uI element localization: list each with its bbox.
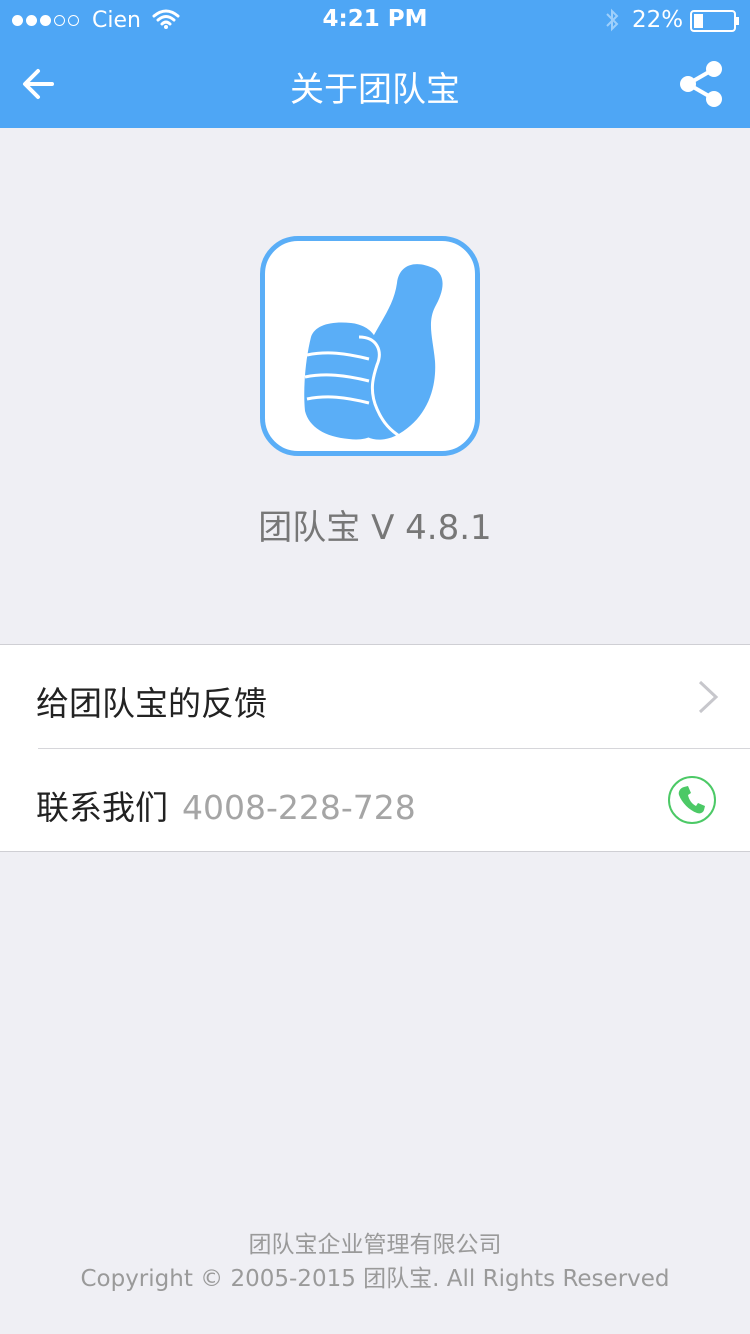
phone-call-icon[interactable] [666,774,718,826]
nav-bar: 关于团队宝 [0,40,750,128]
status-bar: Cien 4:21 PM 22% [0,0,750,40]
contact-label: 联系我们 4008-228-728 [36,781,416,829]
contact-phone: 4008-228-728 [182,788,416,827]
app-version: 团队宝 V 4.8.1 [258,508,492,548]
company-name: 团队宝企业管理有限公司 [248,1232,502,1258]
page-title: 关于团队宝 [290,70,460,110]
copyright-text: Copyright © 2005-2015 团队宝. All Rights Re… [80,1266,670,1292]
bluetooth-icon [606,8,619,32]
footer: 团队宝企业管理有限公司 Copyright © 2005-2015 团队宝. A… [0,1228,750,1296]
settings-list: 给团队宝的反馈 联系我们 4008-228-728 [0,644,750,852]
contact-row[interactable]: 联系我们 4008-228-728 [0,749,750,852]
feedback-row[interactable]: 给团队宝的反馈 [0,645,750,748]
battery-icon [690,10,739,32]
feedback-label: 给团队宝的反馈 [36,684,267,723]
contact-title: 联系我们 [36,788,168,827]
chevron-right-icon [698,680,719,714]
thumbs-up-icon [304,264,443,440]
app-logo [260,236,480,456]
battery-percent: 22% [632,7,684,33]
header: Cien 4:21 PM 22% 关于团队宝 [0,0,750,128]
share-icon[interactable] [676,60,726,108]
